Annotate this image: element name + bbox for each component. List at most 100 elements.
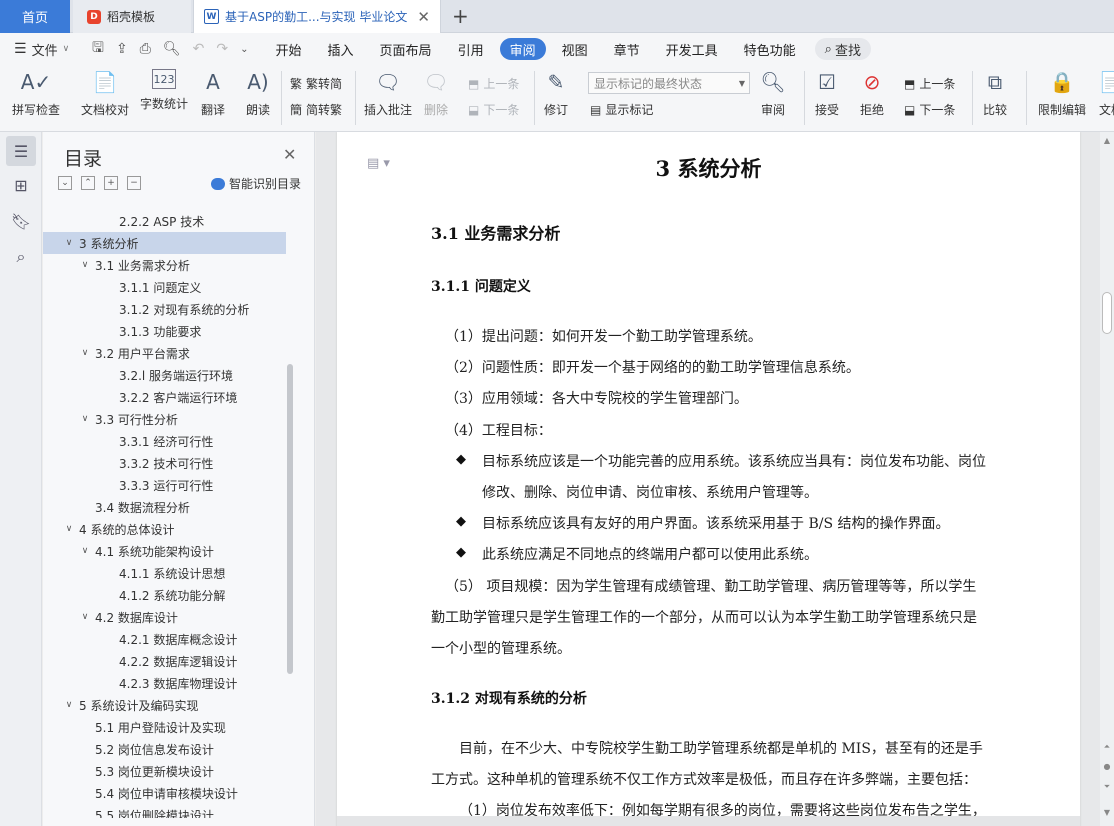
toc-item[interactable]: ∨ 3.3 可行性分析	[43, 408, 286, 430]
menu-page-layout[interactable]: 页面布局	[367, 38, 445, 60]
prev-page-icon[interactable]: ⏶	[1102, 742, 1112, 752]
close-icon[interactable]: ✕	[417, 8, 430, 26]
read-aloud-button[interactable]: A) 朗读	[245, 69, 271, 118]
chevron-down-icon[interactable]: ∨	[63, 700, 75, 710]
toc-item[interactable]: ∨ 3.1 业务需求分析	[43, 254, 286, 276]
toc-item[interactable]: 5.2 岗位信息发布设计	[43, 738, 286, 760]
customize-icon[interactable]: ⌄	[240, 44, 248, 55]
export-icon[interactable]: ⇪	[116, 41, 128, 57]
toc-item[interactable]: 4.2.1 数据库概念设计	[43, 628, 286, 650]
spellcheck-button[interactable]: A✓ 拼写检查	[12, 69, 60, 118]
document-permission-button[interactable]: 📄 文档	[1098, 69, 1114, 118]
scroll-thumb[interactable]	[1102, 292, 1112, 334]
toc-item[interactable]: 4.1.2 系统功能分解	[43, 584, 286, 606]
toc-item[interactable]: 3.3.2 技术可行性	[43, 452, 286, 474]
menu-insert[interactable]: 插入	[315, 38, 367, 60]
chevron-down-icon[interactable]: ∨	[79, 414, 91, 424]
toc-item[interactable]: ∨ 4 系统的总体设计	[43, 518, 286, 540]
toc-item[interactable]: ∨ 4.1 系统功能架构设计	[43, 540, 286, 562]
compare-button[interactable]: ⧉ 比较	[982, 69, 1008, 118]
tab-template[interactable]: D 稻壳模板	[73, 0, 191, 33]
print-icon[interactable]: ⎙	[140, 41, 151, 57]
menu-developer[interactable]: 开发工具	[653, 38, 731, 60]
navigation-icon[interactable]: ⊞	[6, 170, 36, 200]
remove-heading-icon[interactable]: −	[127, 176, 141, 190]
chevron-down-icon[interactable]: ∨	[79, 260, 91, 270]
toc-item[interactable]: 3.1.3 功能要求	[43, 320, 286, 342]
toc-item[interactable]: 3.3.3 运行可行性	[43, 474, 286, 496]
file-menu[interactable]: ☰ 文件 ∨	[0, 40, 86, 59]
track-changes-button[interactable]: ✎ 修订	[543, 69, 569, 118]
toc-item[interactable]: 3.4 数据流程分析	[43, 496, 286, 518]
next-change-button[interactable]: ⬓ 下一条	[904, 101, 955, 118]
prev-comment-button[interactable]: ⬒ 上一条	[468, 75, 519, 92]
prev-change-button[interactable]: ⬒ 上一条	[904, 75, 955, 92]
chevron-down-icon[interactable]: ∨	[79, 546, 91, 556]
menu-home[interactable]: 开始	[263, 38, 315, 60]
toc-item[interactable]: 3.2.2 客户端运行环境	[43, 386, 286, 408]
toc-item[interactable]: 4.2.3 数据库物理设计	[43, 672, 286, 694]
chevron-down-icon[interactable]: ∨	[63, 238, 75, 248]
menu-chapter[interactable]: 章节	[601, 38, 653, 60]
toc-item[interactable]: 2.2.2 ASP 技术	[43, 210, 286, 232]
scroll-up-icon[interactable]: ▲	[1102, 136, 1112, 145]
horizontal-scrollbar[interactable]	[337, 816, 1080, 826]
chevron-down-icon[interactable]: ∨	[79, 348, 91, 358]
delete-comment-button[interactable]: 🗨 删除	[423, 69, 449, 118]
translate-button[interactable]: A 翻译	[200, 69, 226, 118]
collapse-all-icon[interactable]: ⌄	[58, 176, 72, 190]
accept-button[interactable]: ☑ 接受	[814, 69, 840, 118]
chevron-down-icon[interactable]: ∨	[79, 612, 91, 622]
menu-references[interactable]: 引用	[445, 38, 497, 60]
close-icon[interactable]: ✕	[283, 145, 296, 164]
toc-item[interactable]: 5.1 用户登陆设计及实现	[43, 716, 286, 738]
toc-item[interactable]: ∨ 3 系统分析	[43, 232, 286, 254]
add-heading-icon[interactable]: +	[104, 176, 118, 190]
menu-view[interactable]: 视图	[549, 38, 601, 60]
word-count-button[interactable]: 123 字数统计	[140, 69, 188, 112]
toc-item[interactable]: 4.1.1 系统设计思想	[43, 562, 286, 584]
save-icon[interactable]: 🖫	[92, 37, 104, 61]
doc-check-button[interactable]: 📄 文档校对	[81, 69, 129, 118]
chevron-down-icon[interactable]: ∨	[63, 524, 75, 534]
review-pane-button[interactable]: 🔍︎ 审阅	[760, 69, 786, 118]
vertical-scrollbar[interactable]: ▲ ⏶ ● ⏷ ▼	[1100, 132, 1114, 826]
search-box[interactable]: ⌕ 查找	[814, 38, 871, 60]
toc-item[interactable]: 3.2.l 服务端运行环境	[43, 364, 286, 386]
document-page[interactable]: ▤ ▾ 3 系统分析 3.1 业务需求分析 3.1.1 问题定义 （1）提出问题…	[337, 132, 1080, 826]
toc-scrollbar[interactable]	[287, 364, 293, 674]
tab-document[interactable]: W 基于ASP的勤工...与实现 毕业论文 ✕	[193, 0, 441, 33]
search-icon[interactable]: ⌕	[6, 242, 36, 272]
next-comment-button[interactable]: ⬓ 下一条	[468, 101, 519, 118]
add-tab-icon[interactable]: +	[452, 4, 469, 28]
reject-button[interactable]: ⊘ 拒绝	[859, 69, 885, 118]
toc-item[interactable]: ∨ 3.2 用户平台需求	[43, 342, 286, 364]
next-page-icon[interactable]: ⏷	[1102, 782, 1112, 792]
insert-comment-button[interactable]: 🗨 插入批注	[364, 69, 412, 118]
select-browse-icon[interactable]: ●	[1102, 762, 1112, 771]
scroll-down-icon[interactable]: ▼	[1102, 808, 1112, 817]
menu-special[interactable]: 特色功能	[731, 38, 809, 60]
toc-item[interactable]: 4.2.2 数据库逻辑设计	[43, 650, 286, 672]
print-preview-icon[interactable]: 🔍︎	[163, 41, 181, 57]
menu-review[interactable]: 审阅	[499, 38, 546, 60]
trad-to-simp-button[interactable]: 繁 繁转简	[290, 75, 342, 92]
simp-to-trad-button[interactable]: 簡 简转繁	[290, 101, 342, 118]
bookmark-icon[interactable]: 🔖︎	[6, 206, 36, 236]
toc-panel-icon[interactable]: ☰	[6, 136, 36, 166]
toc-item[interactable]: ∨ 5 系统设计及编码实现	[43, 694, 286, 716]
restrict-edit-button[interactable]: 🔒 限制编辑	[1038, 69, 1086, 118]
smart-toc-button[interactable]: 智能识别目录	[211, 175, 301, 192]
show-markup-button[interactable]: ▤ 显示标记	[590, 101, 653, 118]
expand-all-icon[interactable]: ⌃	[81, 176, 95, 190]
undo-icon[interactable]: ↶	[193, 41, 205, 57]
toc-item[interactable]: ∨ 4.2 数据库设计	[43, 606, 286, 628]
redo-icon[interactable]: ↷	[216, 41, 228, 57]
markup-state-select[interactable]: 显示标记的最终状态 ▼	[588, 72, 750, 94]
toc-item[interactable]: 5.3 岗位更新模块设计	[43, 760, 286, 782]
toc-item[interactable]: 3.1.1 问题定义	[43, 276, 286, 298]
toc-item[interactable]: 5.4 岗位申请审核模块设计	[43, 782, 286, 804]
toc-item[interactable]: 5.5 岗位删除模块设计	[43, 804, 286, 819]
tab-home[interactable]: 首页	[0, 0, 70, 33]
toc-item[interactable]: 3.1.2 对现有系统的分析	[43, 298, 286, 320]
